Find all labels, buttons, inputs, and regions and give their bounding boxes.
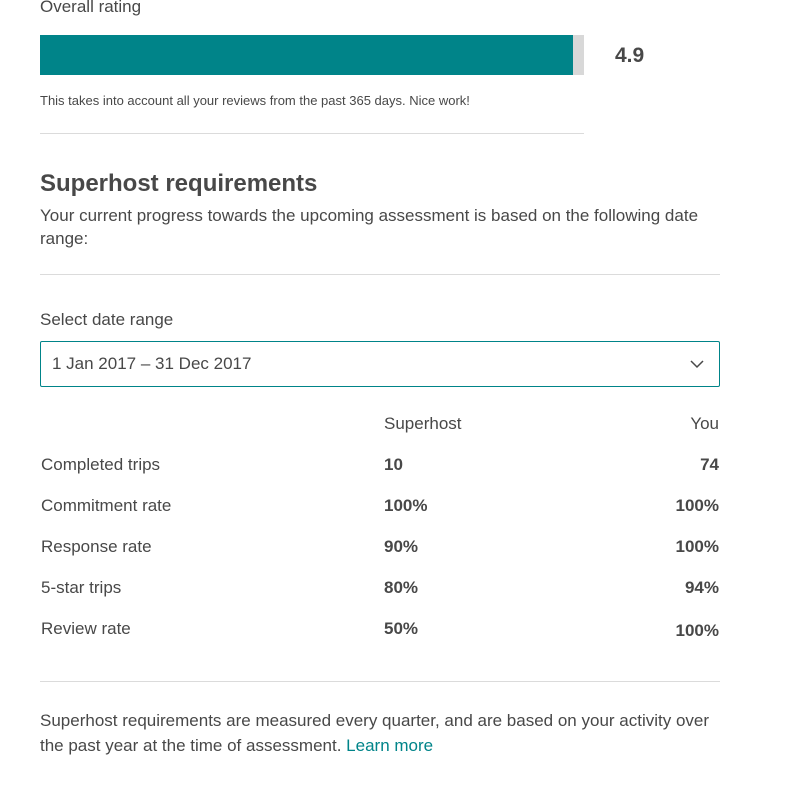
table-row: Response rate 90% 100%	[40, 537, 720, 561]
your-value: 74	[700, 455, 719, 474]
your-value: 100%	[675, 537, 719, 556]
superhost-requirements-subtitle: Your current progress towards the upcomi…	[40, 206, 699, 248]
table-row: Commitment rate 100% 100%	[40, 496, 720, 520]
date-range-selected-value: 1 Jan 2017 – 31 Dec 2017	[52, 354, 252, 373]
overall-rating-bar	[40, 35, 584, 75]
overall-rating-note: This takes into account all your reviews…	[40, 93, 470, 108]
date-range-label: Select date range	[40, 310, 174, 329]
date-range-select[interactable]: 1 Jan 2017 – 31 Dec 2017	[40, 341, 720, 387]
learn-more-link[interactable]: Learn more	[346, 736, 433, 755]
table-row: Review rate 50% 100%	[40, 619, 720, 643]
superhost-value: 50%	[384, 619, 419, 638]
overall-rating-value: 4.9	[615, 44, 645, 67]
superhost-value: 90%	[384, 537, 419, 556]
table-row: Completed trips 10 74	[40, 455, 720, 479]
your-value: 94%	[684, 578, 719, 597]
column-header-you: You	[690, 414, 719, 433]
divider	[40, 274, 720, 275]
divider	[40, 681, 720, 682]
table-row: 5-star trips 80% 94%	[40, 578, 720, 602]
superhost-value: 80%	[384, 578, 419, 597]
your-value: 100%	[675, 496, 719, 515]
metric-label: Commitment rate	[41, 496, 172, 515]
chevron-down-icon	[690, 360, 704, 369]
column-header-superhost: Superhost	[384, 414, 462, 433]
superhost-requirements-title: Superhost requirements	[40, 170, 318, 197]
superhost-footer-note: Superhost requirements are measured ever…	[40, 708, 720, 758]
your-value: 100%	[675, 621, 719, 640]
divider	[40, 133, 584, 134]
metric-label: 5-star trips	[41, 578, 122, 597]
metric-label: Completed trips	[41, 455, 161, 474]
overall-rating-bar-fill	[40, 35, 574, 75]
superhost-value: 100%	[384, 496, 428, 515]
metric-label: Review rate	[41, 619, 131, 638]
overall-rating-label: Overall rating	[40, 0, 142, 16]
superhost-value: 10	[384, 455, 403, 474]
metric-label: Response rate	[41, 537, 152, 556]
